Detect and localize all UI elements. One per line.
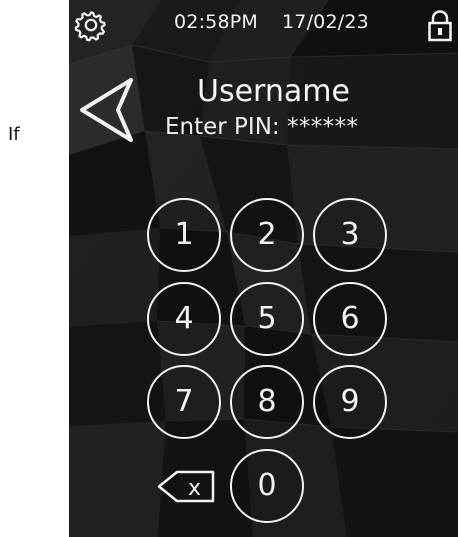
key-label-5: 5 bbox=[257, 300, 277, 336]
pin-entry-screen: 02:58PM 17/02/23 Username Enter PIN: ***… bbox=[69, 0, 458, 537]
key-1[interactable]: 1 bbox=[147, 198, 221, 272]
key-label-7: 7 bbox=[174, 383, 194, 419]
key-9[interactable]: 9 bbox=[313, 365, 387, 439]
pin-entry-row: Enter PIN: ****** bbox=[165, 114, 383, 140]
key-2[interactable]: 2 bbox=[230, 198, 304, 272]
key-3[interactable]: 3 bbox=[313, 198, 387, 272]
delete-button[interactable]: x bbox=[155, 468, 217, 505]
status-time: 02:58PM bbox=[174, 11, 259, 33]
key-label-9: 9 bbox=[340, 383, 360, 419]
status-date: 17/02/23 bbox=[282, 11, 369, 33]
delete-label: x bbox=[188, 476, 201, 501]
key-4[interactable]: 4 bbox=[147, 282, 221, 356]
key-label-6: 6 bbox=[340, 300, 360, 336]
key-label-8: 8 bbox=[257, 383, 277, 419]
key-6[interactable]: 6 bbox=[313, 282, 387, 356]
key-label-4: 4 bbox=[174, 300, 194, 336]
back-button[interactable] bbox=[78, 76, 138, 144]
lock-icon bbox=[428, 10, 452, 42]
pin-value: ****** bbox=[286, 114, 359, 140]
lock-button[interactable] bbox=[425, 8, 455, 44]
key-label-2: 2 bbox=[257, 216, 277, 252]
key-0[interactable]: 0 bbox=[230, 449, 304, 523]
gear-icon bbox=[74, 11, 106, 42]
key-5[interactable]: 5 bbox=[230, 282, 304, 356]
key-label-1: 1 bbox=[174, 216, 194, 252]
pin-label: Enter PIN: bbox=[165, 114, 280, 140]
backspace-icon: x bbox=[157, 470, 215, 503]
status-bar: 02:58PM 17/02/23 bbox=[69, 0, 458, 54]
key-label-3: 3 bbox=[340, 216, 360, 252]
settings-button[interactable] bbox=[74, 8, 108, 42]
back-arrow-icon bbox=[80, 78, 133, 142]
key-label-0: 0 bbox=[257, 467, 277, 503]
key-8[interactable]: 8 bbox=[230, 365, 304, 439]
key-7[interactable]: 7 bbox=[147, 365, 221, 439]
outside-side-text: If bbox=[8, 124, 20, 145]
user-title: Username bbox=[197, 74, 350, 109]
